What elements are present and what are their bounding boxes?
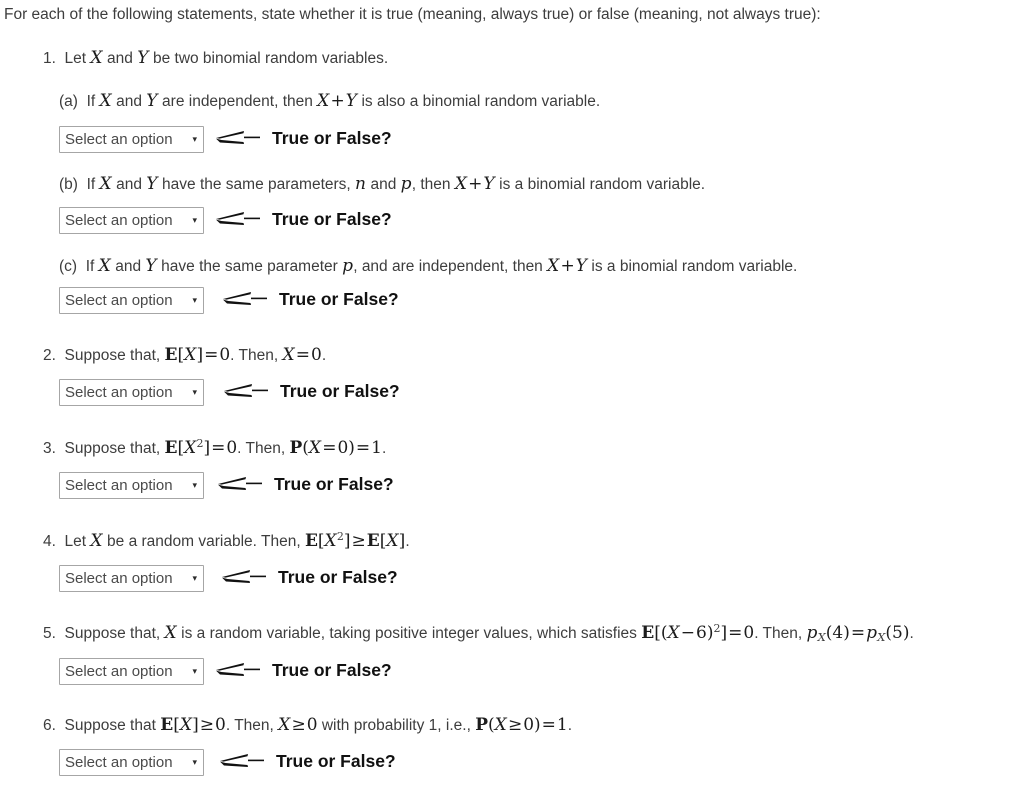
statement-1b-text: If X and Y have the same parameters, n a…	[82, 174, 706, 194]
select-option-6-label: Select an option	[65, 753, 173, 771]
true-or-false-label-3: True or False?	[274, 474, 394, 495]
answer-row-4: Select an option ▾ True or False?	[59, 564, 398, 592]
statement-1c-text: If X and Y have the same parameter p, an…	[81, 256, 798, 276]
true-or-false-label-6: True or False?	[276, 751, 396, 772]
hand-drawn-left-arrow-icon	[220, 754, 264, 767]
true-or-false-label-1b: True or False?	[272, 209, 392, 230]
true-or-false-label-2: True or False?	[280, 381, 400, 402]
chevron-down-icon: ▾	[192, 294, 197, 305]
answer-row-1c: Select an option ▾ True or False?	[59, 286, 399, 314]
select-option-4-label: Select an option	[65, 569, 173, 587]
hand-drawn-left-arrow-icon	[216, 212, 260, 225]
statement-4-text: Let X be a random variable. Then, E[X2]≥…	[60, 529, 410, 551]
statement-6-text: Suppose that E[X]≥0. Then, X≥0 with prob…	[60, 715, 573, 735]
select-option-3-label: Select an option	[65, 476, 173, 494]
select-option-3[interactable]: Select an option ▾	[59, 471, 204, 499]
select-option-1a-label: Select an option	[65, 130, 173, 148]
answer-row-6: Select an option ▾ True or False?	[59, 748, 396, 776]
hand-drawn-left-arrow-icon	[223, 292, 267, 305]
statement-2: 2. Suppose that, E[X]=0. Then, X=0.	[43, 345, 326, 366]
true-or-false-label-4: True or False?	[278, 567, 398, 588]
statement-1-number: 1.	[43, 50, 56, 67]
answer-row-1a: Select an option ▾ True or False?	[59, 125, 392, 153]
select-option-1a[interactable]: Select an option ▾	[59, 125, 204, 153]
select-option-1b-label: Select an option	[65, 211, 173, 229]
select-option-4[interactable]: Select an option ▾	[59, 564, 204, 592]
statement-1: 1. Let X and Y be two binomial random va…	[43, 48, 388, 69]
hand-drawn-left-arrow-icon	[224, 384, 268, 397]
select-option-6[interactable]: Select an option ▾	[59, 748, 204, 776]
chevron-down-icon: ▾	[192, 572, 197, 583]
chevron-down-icon: ▾	[192, 133, 197, 144]
select-option-5-label: Select an option	[65, 662, 173, 680]
true-or-false-label-1c: True or False?	[279, 289, 399, 310]
statement-6-number: 6.	[43, 717, 56, 734]
statement-5: 5. Suppose that, X is a random variable,…	[43, 623, 914, 644]
statement-2-number: 2.	[43, 347, 56, 364]
select-option-5[interactable]: Select an option ▾	[59, 657, 204, 685]
statement-1-text: Let X and Y be two binomial random varia…	[60, 48, 389, 68]
hand-drawn-left-arrow-icon	[216, 663, 260, 676]
answer-row-5: Select an option ▾ True or False?	[59, 657, 392, 685]
true-or-false-label-1a: True or False?	[272, 128, 392, 149]
statement-1c: (c) If X and Y have the same parameter p…	[59, 256, 797, 277]
statement-5-number: 5.	[43, 625, 56, 642]
statement-4: 4. Let X be a random variable. Then, E[X…	[43, 531, 410, 552]
statement-1a: (a) If X and Y are independent, then X+Y…	[59, 91, 600, 112]
select-option-1b[interactable]: Select an option ▾	[59, 206, 204, 234]
answer-row-3: Select an option ▾ True or False?	[59, 471, 394, 499]
select-option-2[interactable]: Select an option ▾	[59, 378, 204, 406]
select-option-2-label: Select an option	[65, 383, 173, 401]
true-or-false-label-5: True or False?	[272, 660, 392, 681]
statement-3-text: Suppose that, E[X2]=0. Then, P(X=0)=1.	[60, 436, 387, 458]
statement-3: 3. Suppose that, E[X2]=0. Then, P(X=0)=1…	[43, 438, 386, 459]
statement-1a-letter: (a)	[59, 93, 78, 110]
statement-6: 6. Suppose that E[X]≥0. Then, X≥0 with p…	[43, 715, 572, 736]
select-option-1c[interactable]: Select an option ▾	[59, 286, 204, 314]
select-option-1c-label: Select an option	[65, 291, 173, 309]
answer-row-1b: Select an option ▾ True or False?	[59, 206, 392, 234]
chevron-down-icon: ▾	[192, 756, 197, 767]
answer-row-2: Select an option ▾ True or False?	[59, 378, 400, 406]
page-intro: For each of the following statements, st…	[4, 6, 821, 23]
chevron-down-icon: ▾	[192, 214, 197, 225]
statement-1a-text: If X and Y are independent, then X+Y is …	[82, 91, 601, 111]
statement-3-number: 3.	[43, 440, 56, 457]
statement-1b-letter: (b)	[59, 176, 78, 193]
chevron-down-icon: ▾	[192, 665, 197, 676]
hand-drawn-left-arrow-icon	[216, 131, 260, 144]
statement-2-text: Suppose that, E[X]=0. Then, X=0.	[60, 345, 327, 365]
chevron-down-icon: ▾	[192, 479, 197, 490]
statement-1b: (b) If X and Y have the same parameters,…	[59, 174, 705, 195]
quiz-page: For each of the following statements, st…	[0, 0, 1017, 787]
statement-1c-letter: (c)	[59, 258, 78, 275]
hand-drawn-left-arrow-icon	[222, 570, 266, 583]
statement-5-text: Suppose that, X is a random variable, ta…	[60, 621, 914, 645]
statement-4-number: 4.	[43, 533, 56, 550]
hand-drawn-left-arrow-icon	[218, 477, 262, 490]
chevron-down-icon: ▾	[192, 386, 197, 397]
